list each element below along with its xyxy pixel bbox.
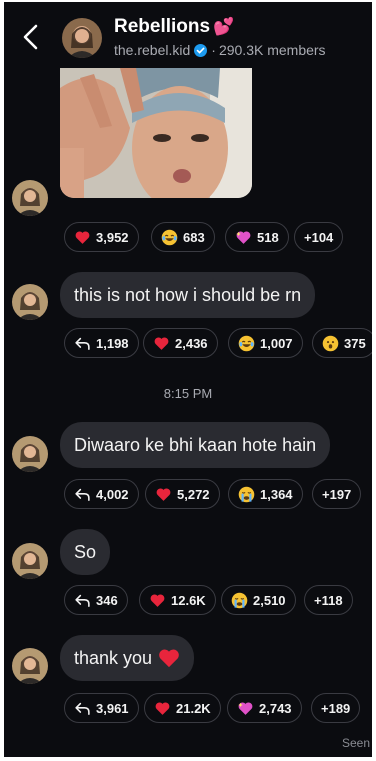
message-text: this is not how i should be rn [74, 284, 302, 305]
laughing-emoji-icon [161, 229, 178, 246]
more-reactions-chip[interactable]: +118 [304, 585, 353, 615]
reply-icon [74, 335, 91, 352]
reaction-chip[interactable]: 2,510 [221, 585, 296, 615]
reply-icon [74, 486, 91, 503]
crying-emoji-icon [231, 592, 248, 609]
reaction-count: +118 [314, 592, 343, 608]
message-text: Diwaaro ke bhi kaan hote hain [74, 434, 317, 455]
reaction-count: 3,952 [96, 229, 129, 245]
more-reactions-chip[interactable]: +189 [311, 693, 361, 723]
reply-chip[interactable]: 1,198 [64, 328, 139, 358]
reply-chip[interactable]: 4,002 [64, 479, 139, 509]
heart-icon [158, 648, 180, 668]
reaction-count: 12.6K [171, 592, 206, 608]
sender-avatar[interactable] [12, 180, 48, 216]
sender-avatar[interactable] [12, 648, 48, 684]
reaction-chip[interactable]: 683 [151, 222, 215, 252]
reply-chip[interactable]: 3,961 [64, 693, 139, 723]
channel-avatar[interactable] [62, 18, 102, 58]
sparkling-heart-icon [237, 700, 254, 717]
reaction-chip[interactable]: 12.6K [139, 585, 216, 615]
reaction-count: 21.2K [176, 700, 211, 716]
reaction-count: 346 [96, 592, 118, 608]
reaction-count: 375 [344, 335, 366, 351]
reaction-count: 5,272 [177, 486, 210, 502]
reaction-chip[interactable]: 1,007 [228, 328, 303, 358]
reply-chip[interactable]: 346 [64, 585, 128, 615]
heart-icon [153, 335, 170, 352]
message-bubble[interactable]: thank you [60, 635, 195, 681]
channel-handle: the.rebel.kid [114, 42, 191, 58]
message-timestamp: 8:15 PM [163, 386, 213, 401]
reaction-chip[interactable]: 1,364 [228, 479, 303, 509]
message-text: thank you [74, 647, 153, 668]
back-button[interactable] [18, 22, 44, 52]
sender-avatar[interactable] [12, 543, 48, 579]
more-reactions-chip[interactable]: +197 [312, 479, 362, 509]
seen-label: Seen [341, 736, 370, 750]
crying-emoji-icon [238, 486, 255, 503]
sparkling-heart-icon [235, 229, 252, 246]
verified-badge-icon [194, 43, 208, 57]
message-bubble[interactable]: Diwaaro ke bhi kaan hote hain [60, 422, 331, 468]
reaction-count: 1,198 [96, 335, 129, 351]
heart-icon [155, 486, 172, 503]
sender-avatar[interactable] [12, 284, 48, 320]
reaction-chip[interactable]: 21.2K [144, 693, 221, 723]
reaction-count: +104 [304, 229, 334, 245]
reaction-count: +189 [321, 700, 351, 716]
reaction-count: 683 [183, 229, 205, 245]
member-count: 290.3K members [218, 42, 326, 58]
reaction-chip[interactable]: 518 [225, 222, 289, 252]
reaction-count: 4,002 [96, 486, 129, 502]
reaction-chip[interactable]: 2,743 [227, 693, 302, 723]
sender-avatar[interactable] [12, 436, 48, 472]
reaction-count: 2,436 [175, 335, 208, 351]
reaction-count: 1,364 [260, 486, 293, 502]
reaction-chip[interactable]: 375 [312, 328, 372, 358]
channel-screen: Rebellions 💕 the.rebel.kid · 290.3K membe… [4, 2, 372, 757]
reaction-count: 2,743 [259, 700, 292, 716]
message-bubble[interactable]: So [60, 529, 111, 575]
channel-name: Rebellions [114, 16, 211, 37]
message-text: So [74, 541, 97, 562]
channel-subtitle: the.rebel.kid · 290.3K members [114, 42, 326, 58]
separator-dot: · [211, 42, 216, 58]
two-hearts-icon: 💕 [213, 17, 235, 36]
heart-icon [149, 592, 166, 609]
more-reactions-chip[interactable]: +104 [294, 222, 344, 252]
heart-icon [74, 229, 91, 246]
channel-header: Rebellions 💕 the.rebel.kid · 290.3K membe… [4, 2, 372, 70]
channel-title[interactable]: Rebellions 💕 [114, 16, 234, 38]
heart-icon [154, 700, 171, 717]
reaction-count: 2,510 [253, 592, 286, 608]
message-bubble[interactable]: this is not how i should be rn [60, 272, 316, 318]
reply-icon [74, 592, 91, 609]
reaction-count: +197 [322, 486, 352, 502]
message-photo[interactable] [60, 68, 252, 198]
chevron-left-icon [23, 24, 38, 50]
reaction-count: 518 [257, 229, 279, 245]
reaction-chip[interactable]: 2,436 [143, 328, 218, 358]
reaction-chip[interactable]: 5,272 [145, 479, 220, 509]
reaction-count: 3,961 [96, 700, 129, 716]
reply-icon [74, 700, 91, 717]
reaction-count: 1,007 [260, 335, 293, 351]
reaction-chip[interactable]: 3,952 [64, 222, 139, 252]
laughing-emoji-icon [238, 335, 255, 352]
surprised-emoji-icon [322, 335, 339, 352]
